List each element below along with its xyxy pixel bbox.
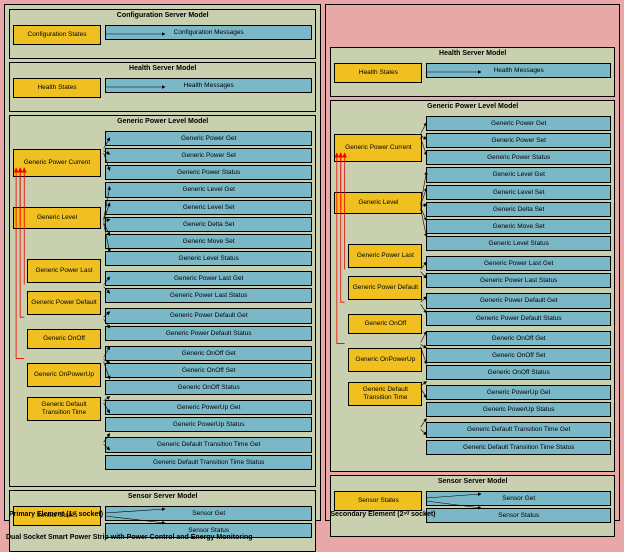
msg: Generic Default Transition Time Status <box>426 440 611 455</box>
msg: Generic PowerUp Status <box>105 417 312 432</box>
health-messages: Health Messages <box>105 78 312 93</box>
model-title: Sensor Server Model <box>438 478 508 485</box>
health-server-model-primary: Health Server Model Health States Health… <box>9 62 316 112</box>
msg: Generic Power Default Status <box>426 311 611 326</box>
msg: Generic Power Get <box>105 131 312 146</box>
msg: Generic PowerUp Get <box>426 385 611 400</box>
sensor-states: Sensor States <box>334 491 422 511</box>
msg: Generic Power Set <box>105 148 312 163</box>
config-server-model: Configuration Server Model Configuration… <box>9 9 316 59</box>
msg: Generic Default Transition Time Get <box>105 437 312 452</box>
msg: Generic Power Status <box>105 165 312 180</box>
msg: Generic Level Status <box>426 236 611 251</box>
msg: Generic OnOff Get <box>426 331 611 346</box>
power-level-model-primary: Generic Power Level Model Generic Power … <box>9 115 316 487</box>
model-title: Configuration Server Model <box>117 12 209 19</box>
msg: Generic Level Get <box>105 182 312 197</box>
msg: Generic Level Status <box>105 251 312 266</box>
state-power-last: Generic Power Last <box>348 244 422 268</box>
msg: Generic Default Transition Time Status <box>105 455 312 470</box>
msg: Generic Power Set <box>426 133 611 148</box>
msg: Generic Power Get <box>426 116 611 131</box>
msg: Generic Power Last Status <box>105 288 312 303</box>
msg: Generic Delta Set <box>426 202 611 217</box>
msg: Generic Power Last Get <box>105 271 312 286</box>
model-title: Sensor Server Model <box>128 493 198 500</box>
state-level: Generic Level <box>334 192 422 214</box>
msg: Generic Move Set <box>105 234 312 249</box>
msg: Generic OnOff Set <box>426 348 611 363</box>
state-onoff: Generic OnOff <box>348 314 422 334</box>
state-transition: Generic Default Transition Time <box>27 397 101 421</box>
state-power-default: Generic Power Default <box>27 291 101 315</box>
state-onpowerup: Generic OnPowerUp <box>348 348 422 372</box>
msg: Sensor Get <box>426 491 611 506</box>
msg: Generic Level Get <box>426 167 611 182</box>
msg: Generic Power Default Get <box>426 293 611 308</box>
primary-element: Configuration Server Model Configuration… <box>4 4 321 521</box>
msg: Sensor Get <box>105 506 312 521</box>
health-server-model-secondary: Health Server Model Health States Health… <box>330 47 615 97</box>
msg: Generic PowerUp Status <box>426 402 611 417</box>
element-label: Primary Element (1ˢᵗ socket) <box>9 511 103 518</box>
msg: Generic Power Status <box>426 150 611 165</box>
sensor-server-model-primary: Sensor Server Model Sensor States Sensor… <box>9 490 316 552</box>
state-power-last: Generic Power Last <box>27 259 101 283</box>
state-onpowerup: Generic OnPowerUp <box>27 363 101 387</box>
diagram-title: Dual Socket Smart Power Strip with Power… <box>6 534 253 541</box>
model-title: Health Server Model <box>129 65 196 72</box>
element-label: Secondary Element (2ⁿᵈ socket) <box>330 511 435 518</box>
state-level: Generic Level <box>13 207 101 229</box>
msg: Generic Delta Set <box>105 217 312 232</box>
secondary-element: Health Server Model Health States Health… <box>325 4 620 521</box>
msg: Generic OnOff Set <box>105 363 312 378</box>
msg: Generic Power Last Get <box>426 256 611 271</box>
msg: Generic Power Default Get <box>105 308 312 323</box>
model-title: Health Server Model <box>439 50 506 57</box>
model-title: Generic Power Level Model <box>427 103 518 110</box>
msg: Generic Power Default Status <box>105 326 312 341</box>
state-power-current: Generic Power Current <box>334 134 422 162</box>
msg: Generic OnOff Get <box>105 346 312 361</box>
health-messages: Health Messages <box>426 63 611 78</box>
msg: Generic Level Set <box>426 185 611 200</box>
msg: Generic Default Transition Time Get <box>426 422 611 437</box>
model-title: Generic Power Level Model <box>117 118 208 125</box>
config-states: Configuration States <box>13 25 101 45</box>
msg: Generic Level Set <box>105 200 312 215</box>
msg: Generic Move Set <box>426 219 611 234</box>
msg: Sensor Status <box>426 508 611 523</box>
state-onoff: Generic OnOff <box>27 329 101 349</box>
state-power-default: Generic Power Default <box>348 276 422 300</box>
msg: Generic OnOff Status <box>426 365 611 380</box>
state-transition: Generic Default Transition Time <box>348 382 422 406</box>
msg: Generic PowerUp Get <box>105 400 312 415</box>
health-states: Health States <box>13 78 101 98</box>
msg: Generic Power Last Status <box>426 273 611 288</box>
diagram-container: Configuration Server Model Configuration… <box>0 0 624 525</box>
state-power-current: Generic Power Current <box>13 149 101 177</box>
power-level-model-secondary: Generic Power Level Model Generic Power … <box>330 100 615 472</box>
health-states: Health States <box>334 63 422 83</box>
msg: Generic OnOff Status <box>105 380 312 395</box>
config-messages: Configuration Messages <box>105 25 312 40</box>
sensor-server-model-secondary: Sensor Server Model Sensor States Sensor… <box>330 475 615 537</box>
